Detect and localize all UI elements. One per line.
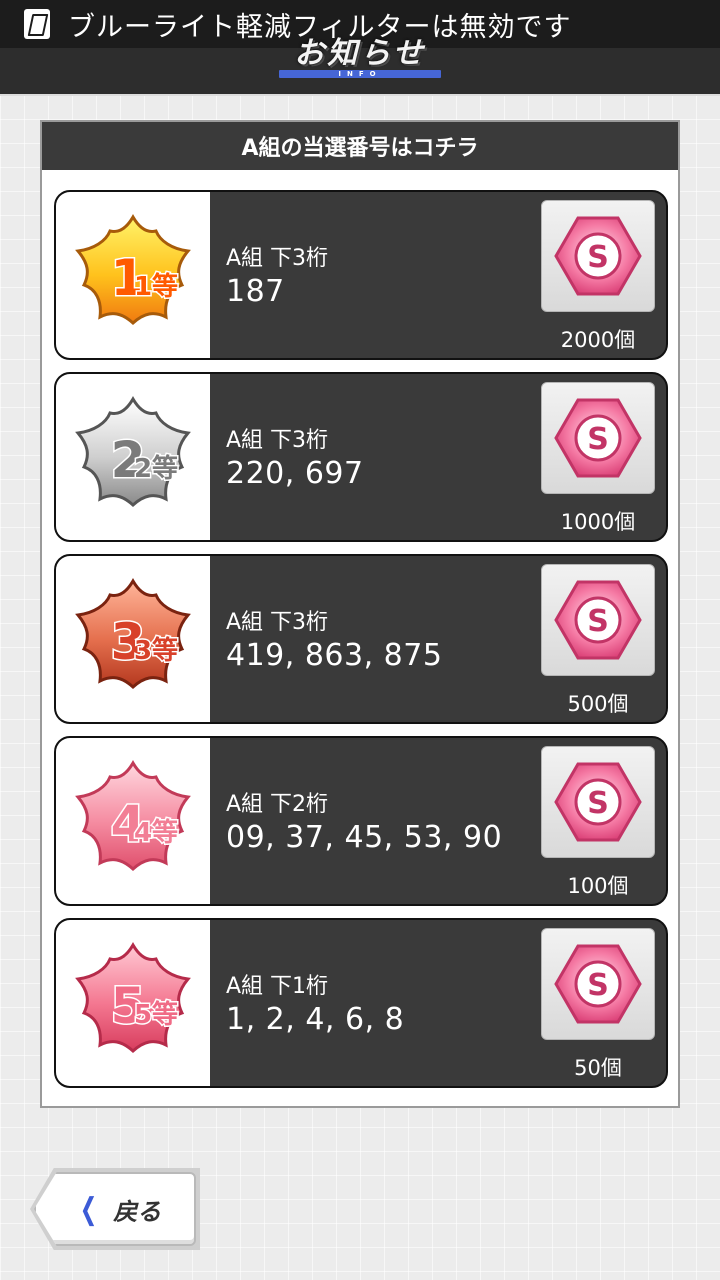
chevron-left-icon: ❮: [79, 1191, 98, 1227]
rank-5-text: 5等: [134, 999, 178, 1030]
s-gem-icon: S: [541, 382, 655, 494]
svg-text:S: S: [587, 240, 609, 275]
rank-4-text: 4等: [134, 817, 178, 848]
reward-quantity: 500個: [567, 692, 629, 716]
s-gem-icon: S: [541, 200, 655, 312]
digits-label: A組 下2桁: [226, 792, 329, 817]
winning-numbers: 1, 2, 4, 6, 8: [226, 1002, 405, 1037]
page-title: お知らせ: [294, 36, 426, 71]
rank-3-text: 3等: [134, 635, 178, 666]
svg-text:S: S: [587, 422, 609, 457]
svg-text:S: S: [587, 786, 609, 821]
reward-quantity: 1000個: [560, 510, 636, 534]
reward-quantity: 50個: [574, 1056, 622, 1080]
back-button[interactable]: ❮ 戻る: [34, 1172, 196, 1246]
digits-label: A組 下3桁: [226, 610, 329, 635]
second-prize-badge-icon: 2 2等: [56, 374, 210, 540]
digits-label: A組 下1桁: [226, 974, 329, 999]
prize-row-4: 4 4等 A組 下2桁 09, 37, 45, 53, 90 S 100個: [54, 736, 668, 906]
prize-row-5: 5 5等 A組 下1桁 1, 2, 4, 6, 8 S 50個: [54, 918, 668, 1088]
digits-label: A組 下3桁: [226, 246, 329, 271]
rank-1-text: 1等: [134, 271, 178, 302]
s-gem-icon: S: [541, 564, 655, 676]
first-prize-badge-icon: 1 1等: [56, 192, 210, 358]
third-prize-badge-icon: 3 3等: [56, 556, 210, 722]
svg-text:S: S: [587, 968, 609, 1003]
reward-quantity: 2000個: [560, 328, 636, 352]
prize-row-3: 3 3等 A組 下3桁 419, 863, 875 S 500個: [54, 554, 668, 724]
rank-2-text: 2等: [134, 453, 178, 484]
fourth-prize-badge-icon: 4 4等: [56, 738, 210, 904]
s-gem-icon: S: [541, 928, 655, 1040]
prize-row-1: 1 1等 A組 下3桁 187 S 2000個: [54, 190, 668, 360]
prize-row-2: 2 2等 A組 下3桁 220, 697 S 1000個: [54, 372, 668, 542]
page-subtitle: INFO: [338, 70, 382, 78]
reward-quantity: 100個: [567, 874, 629, 898]
s-gem-icon: S: [541, 746, 655, 858]
winning-numbers: 419, 863, 875: [226, 638, 443, 673]
panel-title: A組の当選番号はコチラ: [42, 122, 678, 170]
back-button-label: 戻る: [113, 1196, 162, 1226]
winning-numbers: 220, 697: [226, 456, 364, 491]
winning-numbers: 09, 37, 45, 53, 90: [226, 820, 503, 855]
svg-text:S: S: [587, 604, 609, 639]
winning-numbers: 187: [226, 274, 285, 309]
fifth-prize-badge-icon: 5 5等: [56, 920, 210, 1086]
digits-label: A組 下3桁: [226, 428, 329, 453]
winning-numbers-panel: A組の当選番号はコチラ 1 1等 A組 下3桁 187 S 2000個 2 2等…: [40, 120, 680, 1108]
